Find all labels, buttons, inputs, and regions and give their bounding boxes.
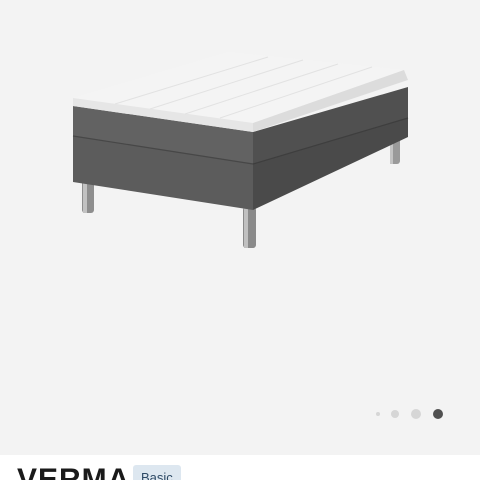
gallery-dot-2[interactable] bbox=[391, 410, 399, 418]
gallery-dot-4-active[interactable] bbox=[433, 409, 443, 419]
product-badge: Basic bbox=[133, 465, 181, 480]
gallery-dot-1[interactable] bbox=[376, 412, 380, 416]
gallery-pagination bbox=[370, 406, 460, 422]
product-info: VERMA Basic bbox=[0, 455, 480, 480]
product-name: VERMA bbox=[17, 463, 131, 480]
gallery-dot-3[interactable] bbox=[411, 409, 421, 419]
product-image-gallery[interactable] bbox=[0, 0, 480, 455]
bed-icon bbox=[72, 52, 409, 248]
